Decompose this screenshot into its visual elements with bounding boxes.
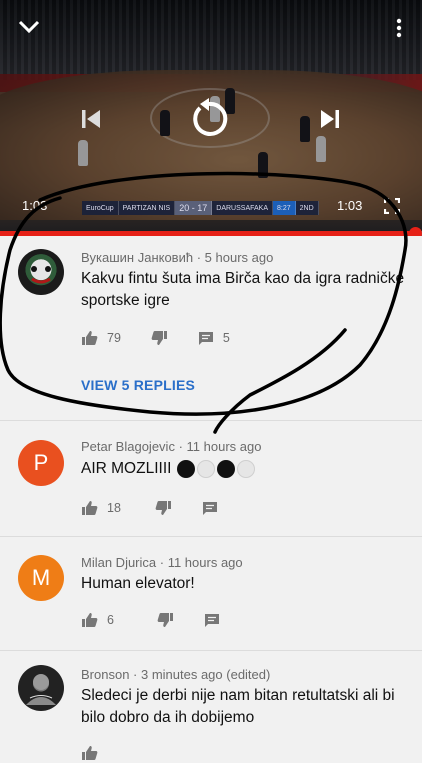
reply-button[interactable]: 5 <box>198 331 230 346</box>
avatar[interactable]: P <box>18 440 64 486</box>
thumbs-up-icon <box>82 501 98 515</box>
comment-meta: Milan Djurica · 11 hours ago <box>81 555 243 570</box>
thumbs-up-icon <box>82 331 98 345</box>
scorebug-league: EuroCup <box>82 201 119 215</box>
view-replies-link[interactable]: VIEW 5 REPLIES <box>81 377 195 393</box>
comment-text-row: AIR MOZLIIII <box>81 458 411 480</box>
reply-button[interactable] <box>202 501 218 516</box>
thumbs-down-icon <box>155 501 171 515</box>
scorebug-score: 20 - 17 <box>175 201 213 215</box>
scorebug-clock: 8:27 <box>273 201 296 215</box>
comment-actions: 6 <box>81 610 220 630</box>
more-vert-icon[interactable] <box>392 14 406 42</box>
scorebug: EuroCup PARTIZAN NIS 20 - 17 DARUSSAFAKA… <box>82 201 352 215</box>
white-circle-emoji <box>197 460 216 478</box>
comment-item: M Milan Djurica · 11 hours ago Human ele… <box>0 536 422 650</box>
comment-meta: Petar Blagojevic · 11 hours ago <box>81 439 262 454</box>
like-count: 18 <box>107 501 121 515</box>
comment-icon <box>202 501 217 515</box>
comment-item: Вукашин Јанковић · 5 hours ago Kakvu fin… <box>0 236 422 420</box>
comment-text: AIR MOZLIIII <box>81 460 172 477</box>
chevron-down-icon[interactable] <box>16 16 42 38</box>
comment-author[interactable]: Bronson <box>81 667 129 682</box>
comment-time: 11 hours ago <box>167 555 243 570</box>
dislike-button[interactable] <box>151 330 168 346</box>
comment-meta: Вукашин Јанковић · 5 hours ago <box>81 250 274 265</box>
like-button[interactable]: 6 <box>81 612 114 628</box>
black-circle-emoji <box>177 460 196 478</box>
like-button[interactable]: 79 <box>81 330 121 346</box>
like-button[interactable]: 18 <box>81 500 121 516</box>
thumbs-down-icon <box>151 331 167 345</box>
comment-time: 5 hours ago <box>204 250 274 265</box>
skip-previous-icon[interactable] <box>78 106 104 132</box>
reply-button[interactable] <box>204 613 220 628</box>
avatar[interactable]: M <box>18 555 64 601</box>
duration: 1:03 <box>337 198 363 213</box>
current-time: 1:03 <box>22 198 48 213</box>
scorebug-home: PARTIZAN NIS <box>118 201 176 215</box>
comment-actions: 79 5 <box>81 328 230 348</box>
comment-text: Human elevator! <box>81 575 195 592</box>
comment-actions: 18 <box>81 498 218 518</box>
comment-actions <box>81 743 98 763</box>
thumbs-up-icon <box>82 613 98 627</box>
white-circle-emoji <box>237 460 256 478</box>
dislike-button[interactable] <box>157 612 174 628</box>
seek-bar-handle[interactable] <box>408 227 422 236</box>
comment-time: 3 minutes ago (edited) <box>140 667 271 682</box>
replay-icon[interactable] <box>186 96 232 142</box>
like-count: 6 <box>107 613 114 627</box>
comment-text: Kakvu fintu šuta ima Birča kao da igra r… <box>81 270 405 309</box>
comment-time: 11 hours ago <box>186 439 262 454</box>
comment-icon <box>198 331 213 345</box>
comment-item: Bronson · 3 minutes ago (edited) Sledeci… <box>0 650 422 760</box>
comment-text: Sledeci je derbi nije nam bitan retultat… <box>81 687 395 726</box>
thumbs-down-icon <box>157 613 173 627</box>
black-circle-emoji <box>217 460 236 478</box>
scorebug-quarter: 2ND <box>295 201 319 215</box>
comment-item: P Petar Blagojevic · 11 hours ago AIR MO… <box>0 420 422 536</box>
comment-author[interactable]: Milan Djurica <box>81 555 156 570</box>
scorebug-away: DARUSSAFAKA <box>212 201 274 215</box>
comment-icon <box>204 613 219 627</box>
skip-next-icon[interactable] <box>317 106 343 132</box>
comment-author[interactable]: Вукашин Јанковић <box>81 250 193 265</box>
like-count: 79 <box>107 331 121 345</box>
avatar[interactable] <box>18 249 64 295</box>
comment-author[interactable]: Petar Blagojevic <box>81 439 175 454</box>
avatar[interactable] <box>18 665 64 711</box>
comment-meta: Bronson · 3 minutes ago (edited) <box>81 667 271 682</box>
reply-count: 5 <box>222 331 230 345</box>
fullscreen-icon[interactable] <box>382 196 402 216</box>
like-button[interactable] <box>81 745 98 761</box>
video-player[interactable]: EuroCup PARTIZAN NIS 20 - 17 DARUSSAFAKA… <box>0 0 422 236</box>
dislike-button[interactable] <box>155 500 172 516</box>
thumbs-up-icon <box>82 746 98 760</box>
